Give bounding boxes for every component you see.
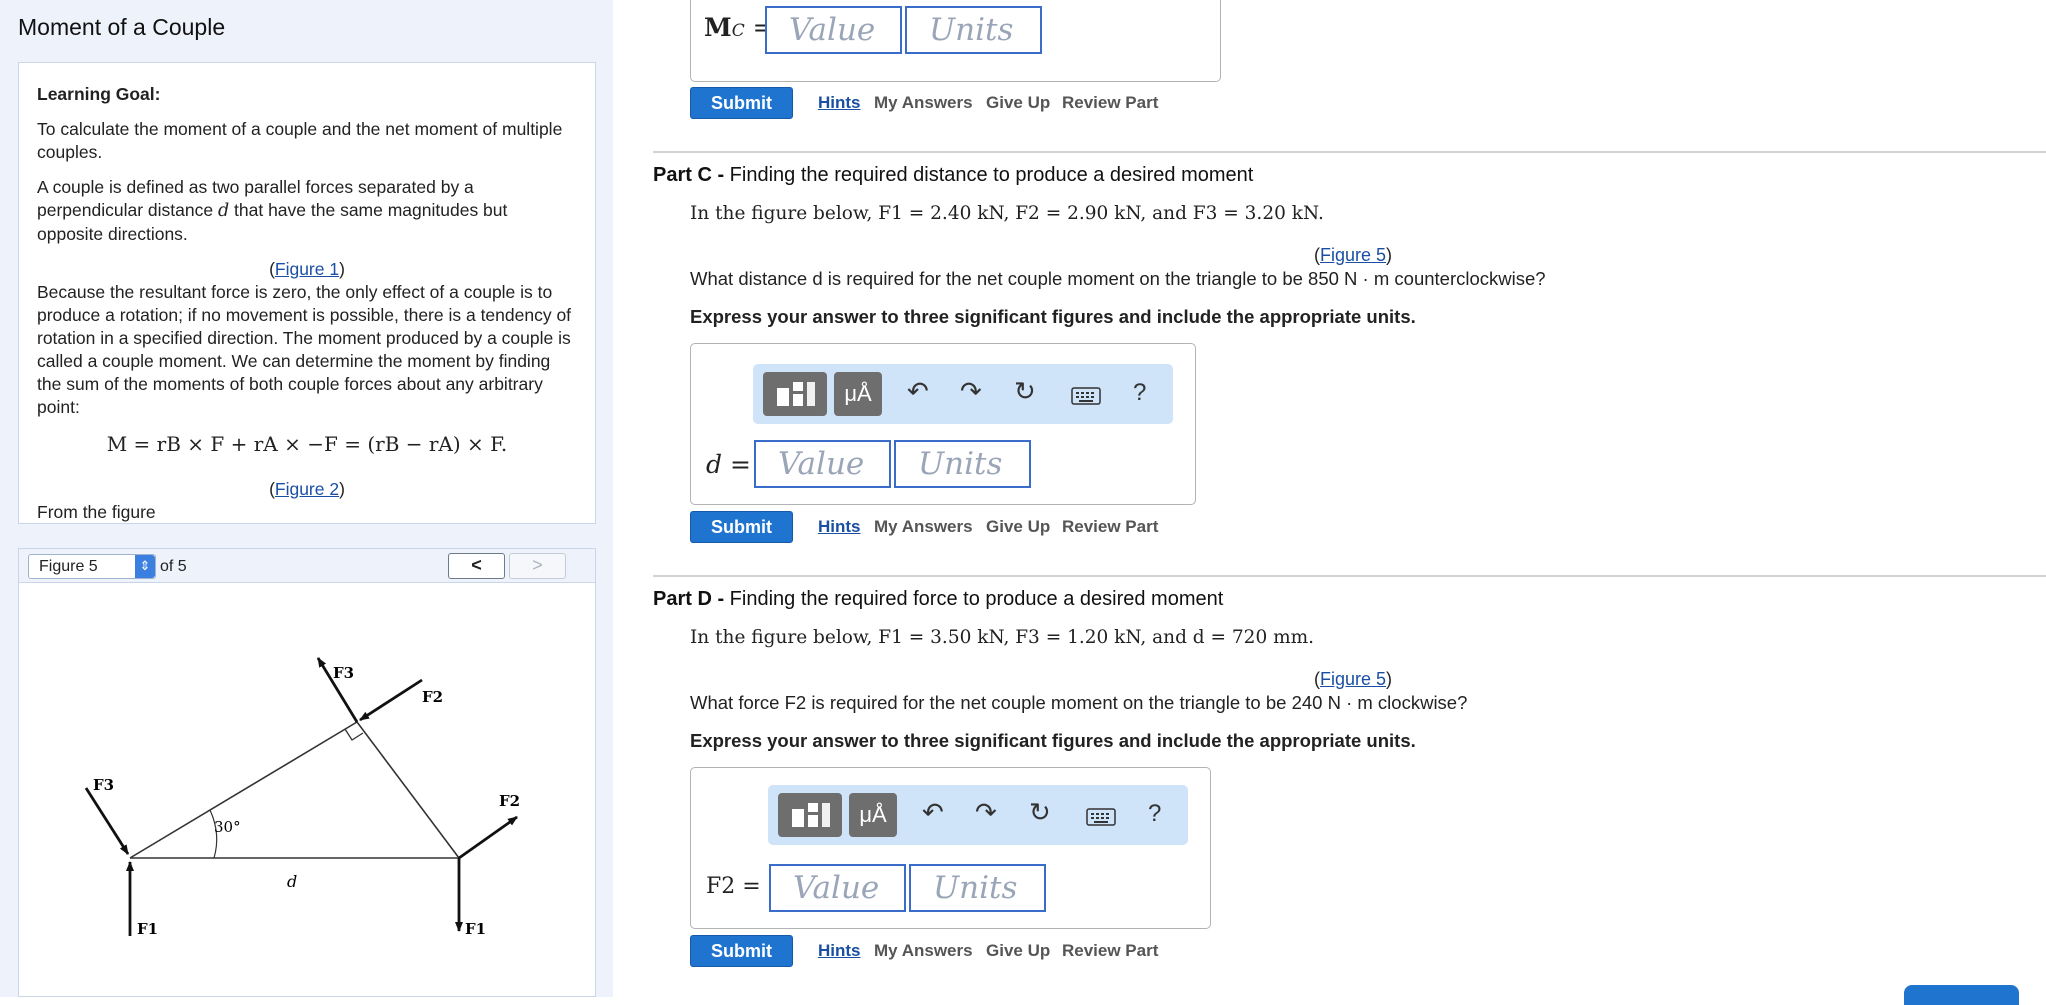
help-icon[interactable]: ? [1133,379,1146,407]
part-d-title: Part D - Finding the required force to p… [653,588,1224,610]
part-d-given: In the figure below, F1 = 3.50 kN, F3 = … [690,627,1315,648]
resultant-explanation: Because the resultant force is zero, the… [37,282,572,417]
part-c-question: What distance d is required for the net … [690,268,1546,289]
learning-goal-heading: Learning Goal: [37,84,161,104]
part-c-units-input[interactable]: Units [894,440,1031,488]
learning-goal-text: To calculate the moment of a couple and … [37,119,563,162]
previous-figure-button[interactable]: < [448,553,505,579]
part-c-figure-link-row: (Figure 5) [1314,245,1393,265]
part-b-answer-box: MC = Value Units [690,0,1221,82]
figure-select[interactable]: Figure 5 ⇕ [28,554,156,579]
reset-icon[interactable]: ↻ [1029,797,1051,828]
part-c-d-label: d = [706,450,751,479]
figure-count: of 5 [160,558,187,575]
angle-label: 30° [214,818,241,836]
part-c-instructions: Express your answer to three significant… [690,306,1416,327]
part-c-figure-link[interactable]: Figure 5 [1320,245,1386,265]
units-symbol-icon[interactable]: μÅ [849,793,897,837]
part-c-my-answers-link[interactable]: My Answers [874,517,973,537]
redo-icon[interactable]: ↷ [975,797,997,828]
part-b-hints-link[interactable]: Hints [818,93,861,113]
templates-icon[interactable] [778,793,842,837]
part-d-answer-box: μÅ ↶ ↷ ↻ ? F2 = Value Units [690,767,1211,929]
part-d-f2-label: F2 = [706,874,761,899]
f1-right-label: F1 [465,920,486,938]
couple-definition: A couple is defined as two parallel forc… [37,177,508,244]
distance-label: d [287,872,297,891]
figure-1-link[interactable]: Figure 1 [275,259,339,279]
figure-1-link-row: (Figure 1) [269,259,345,279]
part-d-my-answers-link[interactable]: My Answers [874,941,973,961]
part-b-units-input[interactable]: Units [905,6,1042,54]
mc-label: MC = [704,13,774,42]
part-c-review-part-link[interactable]: Review Part [1062,517,1158,537]
part-b-my-answers-link[interactable]: My Answers [874,93,973,113]
continue-button[interactable] [1904,985,2019,1005]
keyboard-icon[interactable] [1071,382,1101,413]
help-icon[interactable]: ? [1148,800,1161,828]
part-c-answer-box: μÅ ↶ ↷ ↻ ? d = Value Units [690,343,1196,505]
part-d-submit-button[interactable]: Submit [690,935,793,967]
redo-icon[interactable]: ↷ [960,376,982,407]
part-d-question: What force F2 is required for the net co… [690,692,1468,713]
right-angle-mark [344,728,364,741]
part-c-math-toolbar: μÅ ↶ ↷ ↻ ? [753,364,1173,424]
reset-icon[interactable]: ↻ [1014,376,1036,407]
part-c-given: In the figure below, F1 = 2.40 kN, F2 = … [690,203,1324,224]
part-d-instructions: Express your answer to three significant… [690,730,1416,751]
f2-top-arrow [359,678,423,722]
left-panel: Moment of a Couple Learning Goal: To cal… [0,0,613,997]
part-b-value-input[interactable]: Value [765,6,902,54]
undo-icon[interactable]: ↶ [907,376,929,407]
part-divider [653,151,2046,153]
f1-left-label: F1 [137,920,158,938]
right-panel: MC = Value Units Submit Hints My Answers… [613,0,2046,1005]
part-c-value-input[interactable]: Value [754,440,891,488]
keyboard-icon[interactable] [1086,803,1116,834]
figure-2-link[interactable]: Figure 2 [275,479,339,499]
figure-nav-bar: Figure 5 ⇕ of 5 < > [19,549,595,583]
from-figure-text: From the figure [37,502,156,522]
f3-left-arrow [84,787,130,855]
part-d-math-toolbar: μÅ ↶ ↷ ↻ ? [768,785,1188,845]
undo-icon[interactable]: ↶ [922,797,944,828]
f3-left-label: F3 [93,776,114,794]
part-d-review-part-link[interactable]: Review Part [1062,941,1158,961]
part-c-give-up-link[interactable]: Give Up [986,517,1050,537]
part-b-submit-button[interactable]: Submit [690,87,793,119]
part-d-give-up-link[interactable]: Give Up [986,941,1050,961]
part-b-review-part-link[interactable]: Review Part [1062,93,1158,113]
part-d-units-input[interactable]: Units [909,864,1046,912]
f2-right-label: F2 [499,792,520,810]
learning-goal-box[interactable]: Learning Goal: To calculate the moment o… [18,62,596,524]
select-arrows-icon: ⇕ [135,555,155,578]
triangle-couple-figure: F3 F2 F3 F2 F1 F1 30° d [84,657,520,938]
part-c-submit-button[interactable]: Submit [690,511,793,543]
page-title: Moment of a Couple [18,14,226,40]
next-figure-button[interactable]: > [509,553,566,579]
part-d-value-input[interactable]: Value [769,864,906,912]
part-d-figure-link-row: (Figure 5) [1314,669,1393,689]
part-b-give-up-link[interactable]: Give Up [986,93,1050,113]
triangle-right-side [356,721,460,859]
figure-2-link-row: (Figure 2) [269,479,345,499]
part-c-hints-link[interactable]: Hints [818,517,861,537]
figure-panel: Figure 5 ⇕ of 5 < > F3 F2 F3 F2 F1 F1 30… [18,548,596,997]
part-d-hints-link[interactable]: Hints [818,941,861,961]
f2-right-arrow [458,815,518,860]
units-symbol-icon[interactable]: μÅ [834,372,882,416]
f3-top-label: F3 [333,664,354,682]
couple-moment-equation: M = rB × F + rA × −F = (rB − rA) × F. [106,432,508,456]
triangle-left-side [129,721,358,859]
part-divider [653,575,2046,577]
part-d-figure-link[interactable]: Figure 5 [1320,669,1386,689]
part-c-title: Part C - Finding the required distance t… [653,164,1254,186]
templates-icon[interactable] [763,372,827,416]
f2-top-label: F2 [422,688,443,706]
